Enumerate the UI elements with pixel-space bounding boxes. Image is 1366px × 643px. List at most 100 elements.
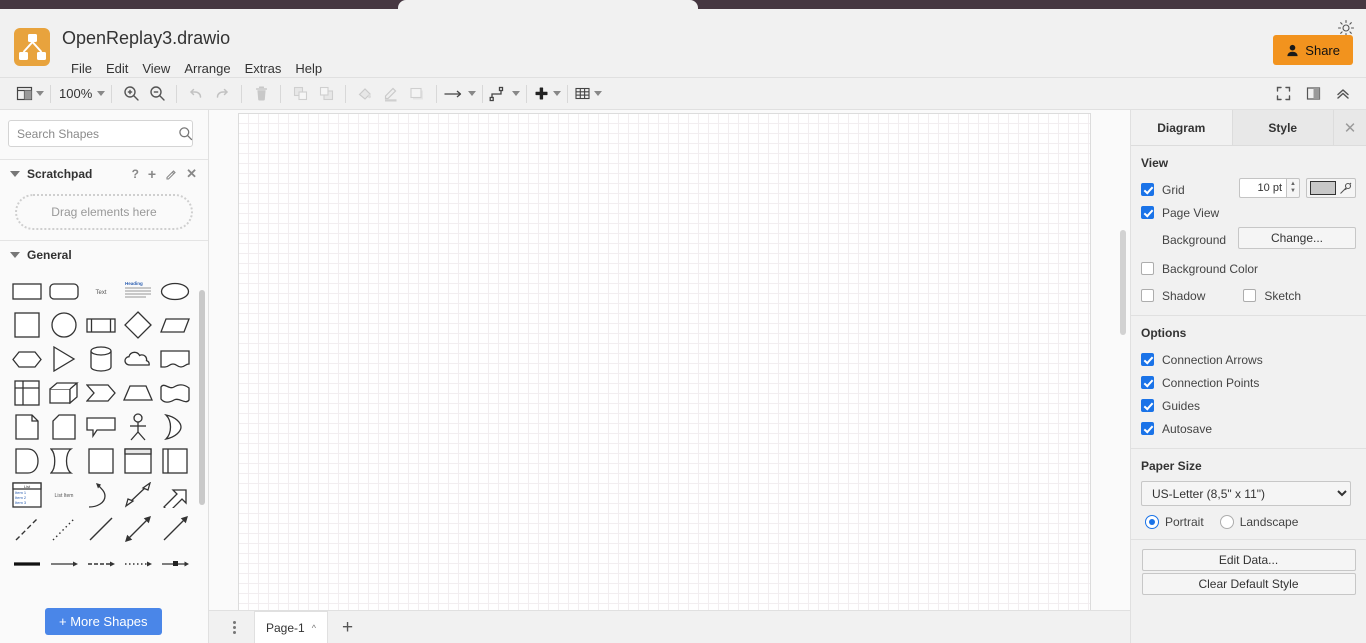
diagram-page[interactable] [239,114,1090,643]
shape-text[interactable]: Text [82,274,119,308]
shape-square[interactable] [8,308,45,342]
shape-bidirectional-arrow[interactable] [119,478,156,512]
shape-list[interactable]: List Item 1 Item 2 Item 3 [8,478,45,512]
shape-thick-line[interactable] [8,546,45,580]
menu-item-file[interactable]: File [64,59,99,78]
shape-card[interactable] [45,410,82,444]
chevron-up-icon[interactable] [1330,81,1356,107]
shape-trapezoid[interactable] [119,376,156,410]
help-icon[interactable]: ? [132,167,139,181]
zoom-out-icon[interactable] [144,81,170,107]
shape-dashed-line[interactable] [8,512,45,546]
sidebar-scrollbar[interactable] [199,290,205,505]
send-to-back-icon[interactable] [313,81,339,107]
search-shapes-input[interactable] [8,120,193,147]
menu-item-edit[interactable]: Edit [99,59,135,78]
page-tab-page-1[interactable]: Page-1 ^ [254,611,328,643]
share-button[interactable]: Share [1273,35,1353,65]
kebab-menu-icon[interactable] [222,620,246,634]
menu-item-view[interactable]: View [135,59,177,78]
close-icon[interactable]: ✕ [186,166,197,182]
insert-caret-icon[interactable] [553,91,562,96]
connection-style-caret-icon[interactable] [512,91,521,96]
diagram-canvas[interactable] [209,110,1130,643]
shape-horizontal-container[interactable] [156,444,193,478]
shape-cylinder[interactable] [82,342,119,376]
menu-item-arrange[interactable]: Arrange [177,59,237,78]
shape-block-arrow[interactable] [156,478,193,512]
view-layout-icon[interactable] [16,81,44,107]
fullscreen-icon[interactable] [1270,81,1296,107]
zoom-dropdown[interactable]: 100% [57,81,106,107]
shape-internal-storage[interactable] [8,376,45,410]
shape-rectangle[interactable] [8,274,45,308]
close-icon[interactable]: ✕ [1334,110,1366,145]
orientation-portrait[interactable]: Portrait [1145,515,1204,529]
shape-container[interactable] [82,444,119,478]
paper-size-select[interactable]: US-Letter (8,5" x 11") [1141,481,1351,506]
shape-ellipse[interactable] [156,274,193,308]
grid-color-swatch[interactable] [1310,181,1336,195]
tab-diagram[interactable]: Diagram [1131,110,1233,145]
tab-style[interactable]: Style [1233,110,1334,145]
orientation-landscape[interactable]: Landscape [1219,515,1298,529]
connection-points-checkbox[interactable] [1141,376,1154,389]
clear-default-style-button[interactable]: Clear Default Style [1141,573,1356,595]
shape-vertical-container[interactable] [119,444,156,478]
autosave-label[interactable]: Autosave [1162,422,1212,436]
page-view-label[interactable]: Page View [1162,206,1219,220]
shape-textbox[interactable]: Heading [119,274,156,308]
general-section-header[interactable]: General [0,241,208,269]
shape-dotted-arrow[interactable] [119,546,156,580]
line-color-icon[interactable] [378,81,404,107]
pencil-icon[interactable] [165,168,177,180]
shadow-checkbox[interactable] [1141,289,1154,302]
menu-item-extras[interactable]: Extras [238,59,289,78]
shape-curve[interactable] [82,478,119,512]
add-page-icon[interactable]: + [337,618,358,637]
shape-diamond[interactable] [119,308,156,342]
arrow-style-icon[interactable] [443,81,477,107]
undo-icon[interactable] [183,81,209,107]
connection-arrows-checkbox[interactable] [1141,353,1154,366]
shape-directional-connector[interactable] [156,512,193,546]
shape-rounded-rectangle[interactable] [45,274,82,308]
shape-cube[interactable] [45,376,82,410]
shape-actor[interactable] [119,410,156,444]
sketch-label[interactable]: Sketch [1264,289,1301,303]
connection-style-icon[interactable] [489,81,521,107]
shape-circle[interactable] [45,308,82,342]
more-shapes-button[interactable]: + More Shapes [45,608,162,635]
bring-to-front-icon[interactable] [287,81,313,107]
fill-color-icon[interactable] [352,81,378,107]
canvas-vertical-scrollbar[interactable] [1120,230,1126,335]
grid-size-stepper[interactable]: ▲ ▼ [1287,178,1300,198]
browser-tab[interactable] [398,0,698,9]
stepper-down-icon[interactable]: ▼ [1290,188,1296,195]
guides-label[interactable]: Guides [1162,399,1200,413]
shape-dotted-line[interactable] [45,512,82,546]
trash-icon[interactable] [248,81,274,107]
shape-note[interactable] [8,410,45,444]
plus-icon[interactable]: + [148,166,156,182]
scratchpad-dropzone[interactable]: Drag elements here [15,194,193,230]
shape-parallelogram[interactable] [156,308,193,342]
shape-callout[interactable] [82,410,119,444]
landscape-radio[interactable] [1219,515,1234,529]
view-layout-caret-icon[interactable] [36,91,44,96]
table-caret-icon[interactable] [594,91,603,96]
background-color-label[interactable]: Background Color [1162,262,1258,276]
chevron-up-icon[interactable]: ^ [312,623,316,633]
shape-document[interactable] [156,342,193,376]
autosave-checkbox[interactable] [1141,422,1154,435]
shape-dashed-arrow[interactable] [82,546,119,580]
page-view-checkbox[interactable] [1141,206,1154,219]
shape-process[interactable] [82,308,119,342]
sketch-checkbox[interactable] [1243,289,1257,302]
shape-bidirectional-connector[interactable] [119,512,156,546]
table-icon[interactable] [574,81,603,107]
grid-size-input[interactable] [1239,178,1287,198]
shape-or[interactable] [156,410,193,444]
shadow-label[interactable]: Shadow [1162,289,1205,303]
shape-list-item[interactable]: List Item [45,478,82,512]
